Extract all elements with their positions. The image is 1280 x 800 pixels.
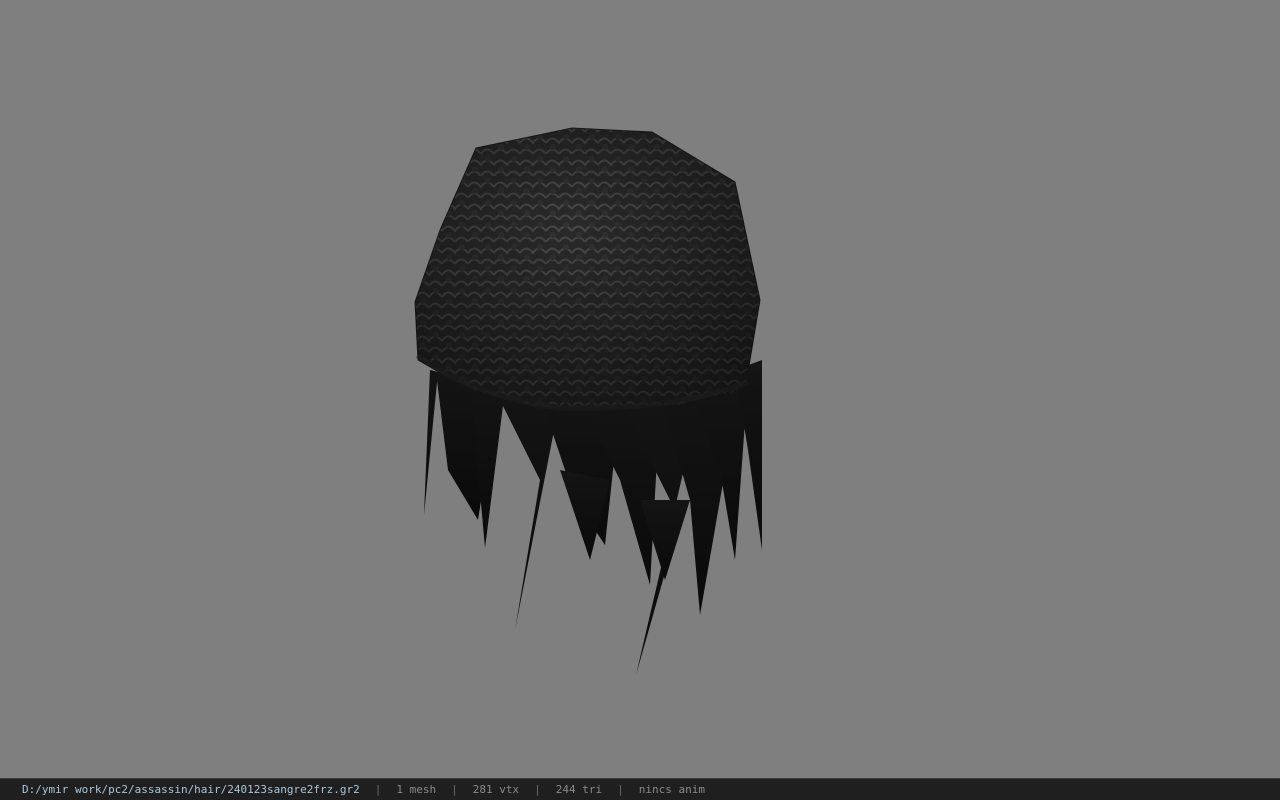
status-separator: | bbox=[617, 783, 624, 796]
status-separator: | bbox=[374, 783, 382, 796]
file-path-label: D:/ymir work/pc2/assassin/hair/240123san… bbox=[22, 783, 360, 796]
status-separator: | bbox=[534, 783, 541, 796]
mesh-count-label: 1 mesh bbox=[396, 783, 437, 796]
status-bar: D:/ymir work/pc2/assassin/hair/240123san… bbox=[0, 778, 1280, 800]
model-viewport[interactable] bbox=[0, 0, 1280, 778]
triangle-count-label: 244 tri bbox=[555, 783, 603, 796]
vertex-count-label: 281 vtx bbox=[472, 783, 520, 796]
status-separator: | bbox=[451, 783, 458, 796]
anim-state-label: nincs anim bbox=[638, 783, 705, 796]
hair-mesh-icon bbox=[414, 127, 762, 675]
